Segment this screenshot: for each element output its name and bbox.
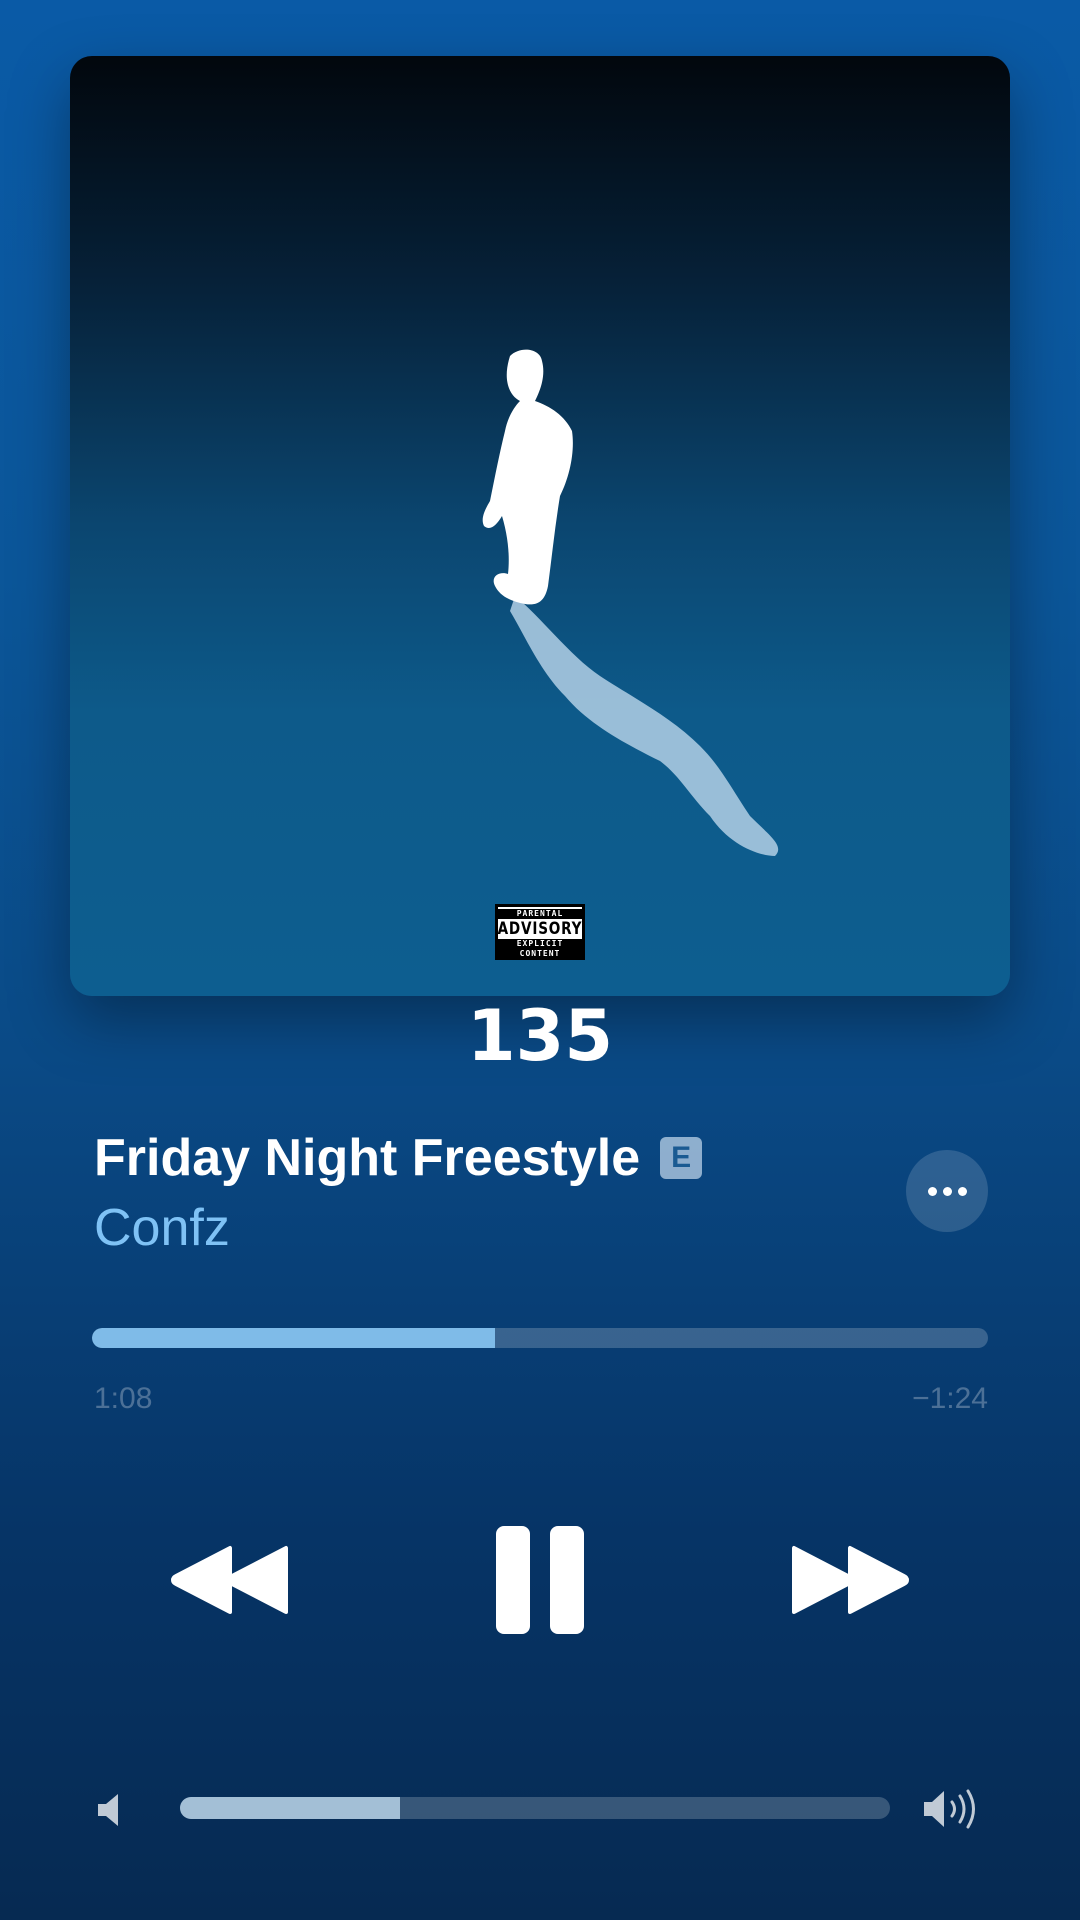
artist-name[interactable]: Confz xyxy=(94,1198,230,1258)
fast-forward-icon xyxy=(792,1546,909,1614)
pause-icon xyxy=(496,1526,584,1634)
advisory-middle-text: ADVISORY xyxy=(497,919,583,939)
pause-button[interactable] xyxy=(480,1515,600,1645)
playback-progress-fill xyxy=(92,1328,496,1348)
rewind-button[interactable] xyxy=(160,1530,300,1630)
fast-forward-button[interactable] xyxy=(780,1530,920,1630)
ellipsis-icon xyxy=(927,1186,967,1196)
album-artwork[interactable]: PARENTAL ADVISORY EXPLICIT CONTENT xyxy=(70,56,1010,996)
playback-scrubber[interactable] xyxy=(92,1328,988,1348)
time-remaining: −1:24 xyxy=(912,1382,988,1415)
more-options-button[interactable] xyxy=(906,1150,988,1232)
volume-level-fill xyxy=(180,1797,401,1819)
figure-silhouette xyxy=(482,349,779,856)
volume-slider[interactable] xyxy=(180,1797,890,1819)
speaker-low-icon[interactable] xyxy=(96,1792,130,1828)
song-title: Friday Night Freestyle xyxy=(94,1129,641,1187)
advisory-bottom-text: EXPLICIT CONTENT xyxy=(498,939,582,959)
advisory-top-text: PARENTAL xyxy=(498,909,582,919)
time-elapsed: 1:08 xyxy=(94,1382,153,1415)
rewind-icon xyxy=(171,1546,288,1614)
speaker-high-icon[interactable] xyxy=(922,1788,982,1830)
parental-advisory-label: PARENTAL ADVISORY EXPLICIT CONTENT xyxy=(495,904,585,960)
song-title-row: Friday Night Freestyle E xyxy=(94,1128,703,1188)
explicit-badge: E xyxy=(660,1137,703,1179)
overlay-number: 135 xyxy=(466,995,614,1077)
